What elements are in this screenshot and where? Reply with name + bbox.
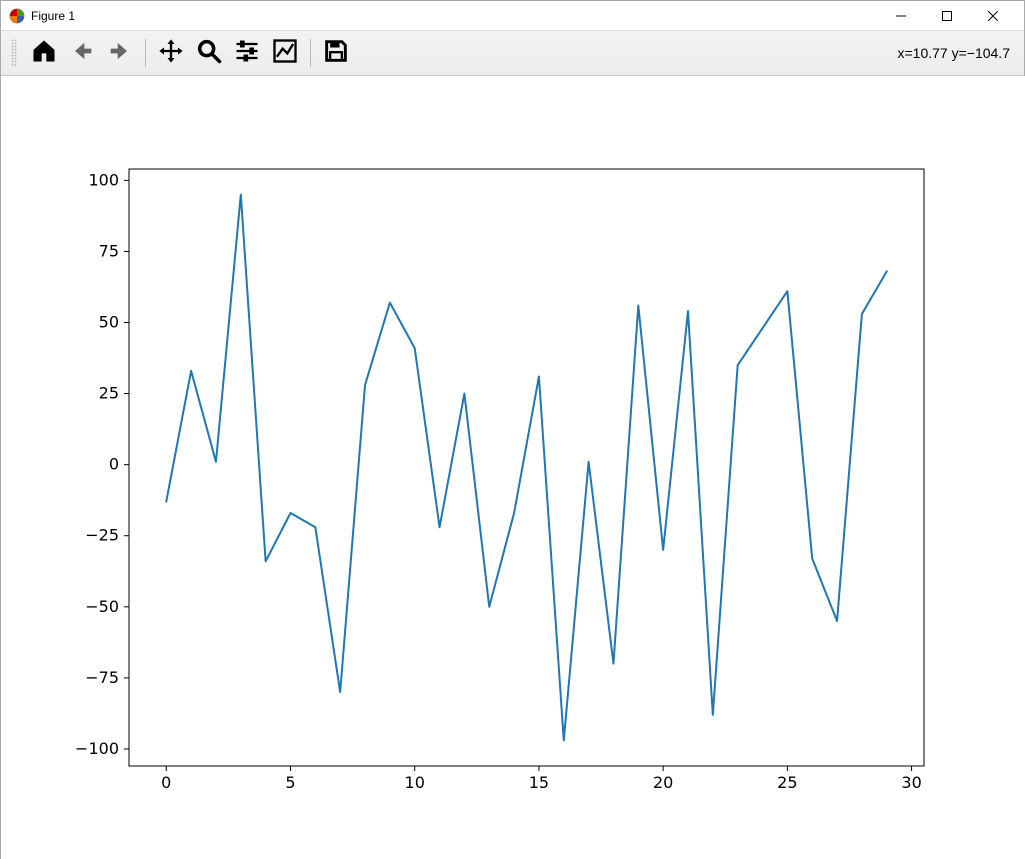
svg-text:25: 25 <box>777 773 797 792</box>
move-icon <box>157 37 185 70</box>
svg-text:75: 75 <box>99 241 119 260</box>
zoom-button[interactable] <box>190 34 228 72</box>
toolbar-separator <box>145 39 146 67</box>
svg-text:100: 100 <box>88 170 119 189</box>
svg-text:15: 15 <box>529 773 549 792</box>
pan-button[interactable] <box>152 34 190 72</box>
sliders-icon <box>233 37 261 70</box>
home-icon <box>30 37 58 70</box>
minimize-button[interactable] <box>878 1 924 31</box>
configure-subplots-button[interactable] <box>228 34 266 72</box>
svg-text:5: 5 <box>285 773 295 792</box>
back-button[interactable] <box>63 34 101 72</box>
svg-text:0: 0 <box>161 773 171 792</box>
home-button[interactable] <box>25 34 63 72</box>
window-title: Figure 1 <box>31 9 75 23</box>
svg-text:30: 30 <box>901 773 921 792</box>
svg-text:0: 0 <box>109 455 119 474</box>
toolbar-separator <box>310 39 311 67</box>
svg-text:−100: −100 <box>75 739 119 758</box>
svg-text:−50: −50 <box>85 597 119 616</box>
svg-text:−75: −75 <box>85 668 119 687</box>
svg-text:50: 50 <box>99 313 119 332</box>
svg-text:10: 10 <box>405 773 425 792</box>
plot-canvas[interactable]: 0 5 10 15 20 25 30 −100 −75 −50 −25 0 25 50 75 100 <box>1 76 1025 859</box>
line-chart-icon <box>271 37 299 70</box>
arrow-left-icon <box>68 37 96 70</box>
arrow-right-icon <box>106 37 134 70</box>
window-titlebar: Figure 1 <box>1 1 1024 31</box>
svg-text:−25: −25 <box>85 526 119 545</box>
app-icon <box>9 8 25 24</box>
svg-text:20: 20 <box>653 773 673 792</box>
line-chart: 0 5 10 15 20 25 30 −100 −75 −50 −25 0 25 50 75 100 <box>1 76 1025 859</box>
toolbar-handle <box>11 39 17 67</box>
edit-axis-button[interactable] <box>266 34 304 72</box>
close-button[interactable] <box>970 1 1016 31</box>
save-icon <box>322 37 350 70</box>
forward-button[interactable] <box>101 34 139 72</box>
save-button[interactable] <box>317 34 355 72</box>
zoom-icon <box>195 37 223 70</box>
maximize-button[interactable] <box>924 1 970 31</box>
window-controls <box>878 1 1016 31</box>
cursor-coordinates: x=10.77 y=−104.7 <box>898 45 1015 61</box>
matplotlib-toolbar: x=10.77 y=−104.7 <box>1 31 1024 76</box>
svg-text:25: 25 <box>99 384 119 403</box>
